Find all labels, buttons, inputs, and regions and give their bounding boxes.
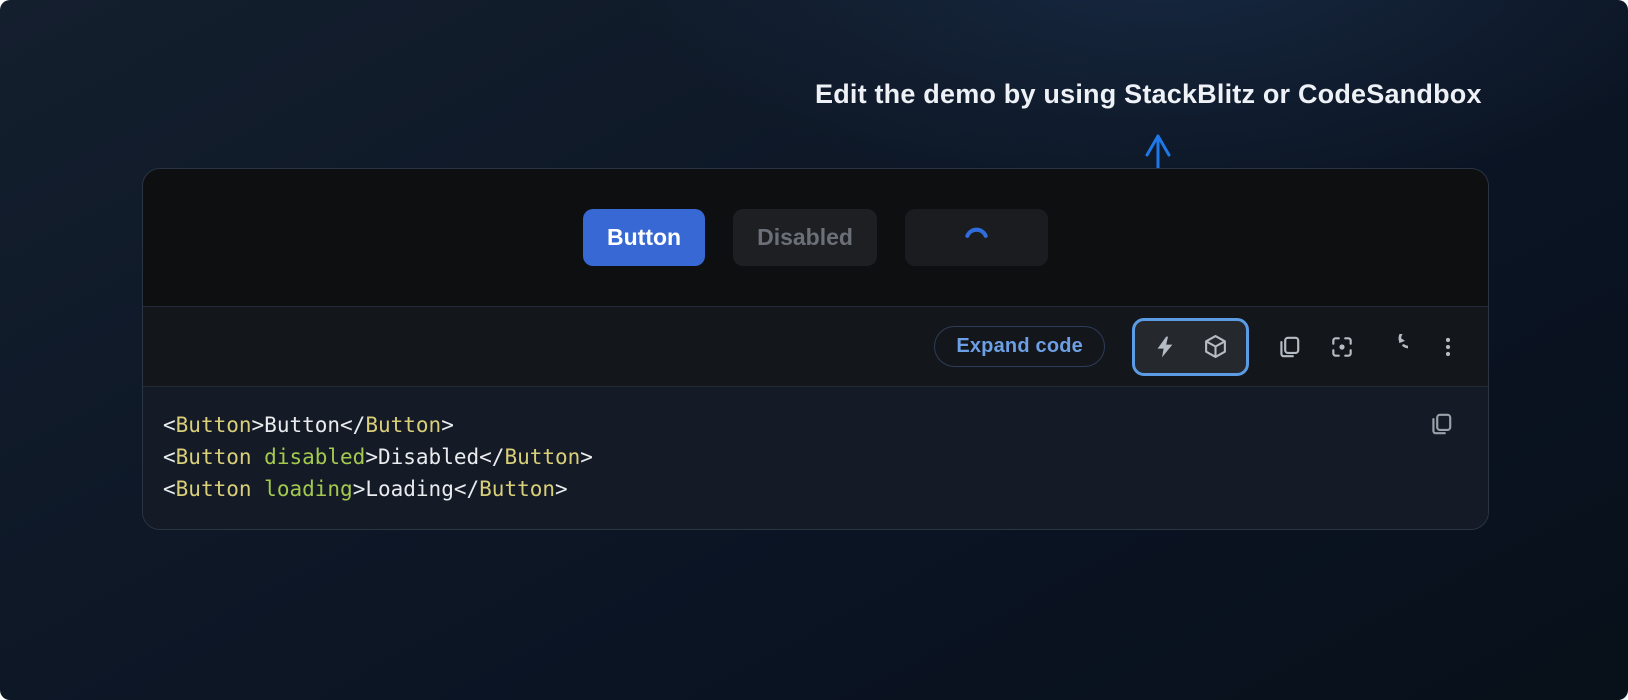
online-editors-group <box>1132 318 1249 376</box>
codesandbox-icon[interactable] <box>1203 334 1228 359</box>
screenshot-canvas: Edit the demo by using StackBlitz or Cod… <box>0 0 1628 700</box>
demo-button-disabled[interactable]: Disabled <box>733 209 877 266</box>
refresh-icon[interactable] <box>1382 334 1408 360</box>
code-preview: <Button>Button</Button><Button disabled>… <box>143 387 1488 529</box>
code-block: <Button>Button</Button><Button disabled>… <box>163 409 1488 505</box>
more-options-icon[interactable] <box>1435 334 1461 360</box>
code-line: <Button disabled>Disabled</Button> <box>163 441 1488 473</box>
expand-code-button[interactable]: Expand code <box>934 326 1105 367</box>
stackblitz-icon[interactable] <box>1153 335 1177 359</box>
annotation-heading: Edit the demo by using StackBlitz or Cod… <box>815 79 1482 110</box>
demo-button-primary[interactable]: Button <box>583 209 705 266</box>
demo-button-loading[interactable] <box>905 209 1048 266</box>
code-line: <Button>Button</Button> <box>163 409 1488 441</box>
demo-card: Button Disabled Expand code <box>142 168 1489 530</box>
demo-toolbar: Expand code <box>143 306 1488 387</box>
demo-preview-area: Button Disabled <box>143 169 1488 306</box>
code-line: <Button loading>Loading</Button> <box>163 473 1488 505</box>
copy-code-icon[interactable] <box>1276 334 1302 360</box>
loading-spinner-icon <box>963 224 990 251</box>
copy-icon[interactable] <box>1428 411 1454 437</box>
center-focus-icon[interactable] <box>1329 334 1355 360</box>
